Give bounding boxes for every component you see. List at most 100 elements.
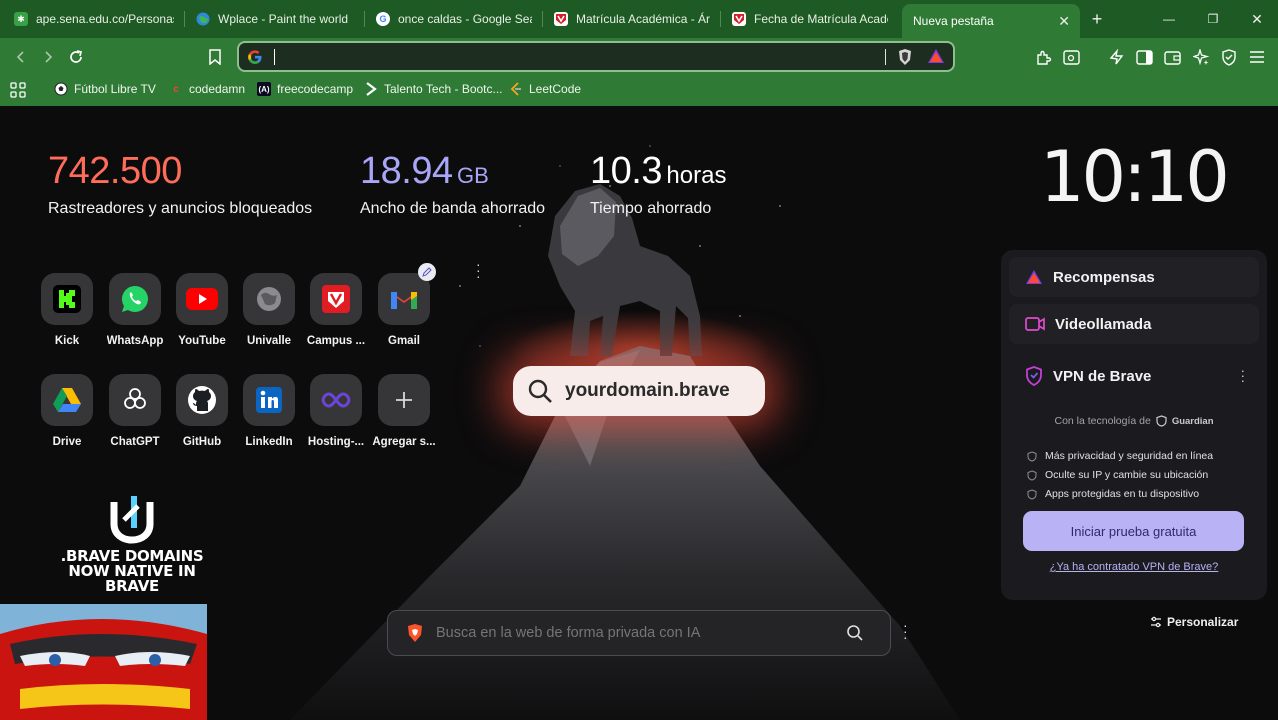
globe-icon [196,12,210,26]
video-overlay[interactable] [0,604,207,720]
back-button[interactable] [11,47,31,67]
extensions-icon[interactable] [1034,48,1052,66]
already-purchased-link[interactable]: ¿Ya ha contratado VPN de Brave? [1001,561,1267,573]
bookmark-label: freecodecamp [277,82,354,96]
rewards-widget[interactable]: Recompensas [1009,257,1259,297]
reload-button[interactable] [66,47,86,67]
sidebar-icon[interactable] [1135,48,1153,66]
tile-univalle[interactable]: Univalle [235,273,303,347]
tab-nueva-pestana[interactable]: Nueva pestaña ✕ [902,4,1080,38]
guardian-shield-icon [1156,415,1167,427]
omnibox-separator [885,49,886,65]
tile-kick[interactable]: Kick [33,273,101,347]
leetcode-icon [509,82,523,96]
search-options-icon[interactable]: · · · [903,618,908,644]
bookmark-label: LeetCode [529,82,582,96]
time-unit: horas [666,162,727,189]
sliders-icon [1151,616,1161,628]
tile-chatgpt[interactable]: ChatGPT [101,374,169,448]
bandwidth-value: 18.94 [360,150,453,192]
tile-add-site[interactable]: Agregar s... [370,374,438,448]
brave-shields-icon[interactable] [897,48,913,71]
rewards-label: Recompensas [1053,268,1155,286]
tab-wplace[interactable]: Wplace - Paint the world [186,6,364,32]
vpn-feature-item: Oculte su IP y cambie su ubicación [1027,469,1208,481]
tab-google[interactable]: G once caldas - Google Search [366,6,542,32]
minimize-button[interactable]: — [1158,8,1180,30]
tile-label: YouTube [178,335,226,347]
powered-by-label: Con la tecnología de [1054,415,1151,427]
sparkle-icon[interactable] [1192,48,1210,66]
bookmark-talento-tech[interactable]: Talento Tech - Bootc... [364,82,503,96]
brave-domains-promo[interactable]: .BRAVE DOMAINS NOW NATIVE IN BRAVE [52,494,212,594]
maximize-button[interactable]: ❐ [1202,8,1224,30]
forward-button[interactable] [38,47,58,67]
tile-label: Campus ... [306,335,366,347]
bookmark-futbol-libre[interactable]: Fútbol Libre TV [54,82,156,96]
tab-sena[interactable]: ✱ ape.sena.edu.co/Personas/T [4,6,184,32]
bookmark-codedamn[interactable]: c codedamn [169,82,245,96]
vpn-feature-item: Apps protegidas en tu dispositivo [1027,488,1199,500]
chatgpt-icon [109,374,161,426]
vpn-shield-icon [1026,366,1042,386]
leo-ai-icon[interactable] [1107,48,1125,66]
tab-title: Nueva pestaña [913,14,994,28]
tile-gmail[interactable]: Gmail [370,263,438,347]
vpn-shield-icon[interactable] [1220,48,1238,66]
bookmark-label: Fútbol Libre TV [74,82,156,96]
tile-label: GitHub [182,436,222,448]
vpn-options-icon[interactable]: · · · [1241,364,1245,387]
bookmark-button[interactable] [205,47,225,67]
brave-domains-logo [110,496,154,544]
freecodecamp-icon: (A) [257,82,271,96]
time-label: Tiempo ahorrado [590,200,712,217]
guardian-label: Guardian [1171,415,1214,427]
start-trial-button[interactable]: Iniciar prueba gratuita [1023,511,1244,551]
apps-button[interactable] [10,82,26,98]
tile-campus[interactable]: Campus ... [302,273,370,347]
reader-mode-icon[interactable] [1062,48,1080,66]
univalle-icon [732,12,746,26]
customize-button[interactable]: Personalizar [1150,615,1238,629]
private-search-box[interactable] [387,610,891,656]
promo-text: .BRAVE DOMAINS NOW NATIVE IN BRAVE [60,547,204,595]
tab-fecha-matricula[interactable]: Fecha de Matrícula Académica [722,6,898,32]
menu-icon[interactable] [1248,48,1266,66]
bookmark-freecodecamp[interactable]: (A) freecodecamp [257,82,353,96]
soccer-icon [54,82,68,96]
address-bar[interactable] [237,41,955,72]
browser-window: ✱ ape.sena.edu.co/Personas/T Wplace - Pa… [0,0,1278,720]
google-icon: G [376,12,390,26]
bookmark-leetcode[interactable]: LeetCode [509,82,581,96]
arrow-right-icon [45,51,53,63]
google-icon [247,49,263,65]
plus-icon [378,374,430,426]
bookmark-label: codedamn [189,82,246,96]
tile-drive[interactable]: Drive [33,374,101,448]
address-input[interactable] [275,47,875,67]
brave-domain-pill[interactable]: yourdomain.brave [513,366,765,416]
customize-label: Personalizar [1167,615,1239,629]
top-sites-menu-icon[interactable]: · · · [476,257,481,283]
bandwidth-label: Ancho de banda ahorrado [360,200,546,217]
wallet-icon[interactable] [1163,48,1181,66]
tile-github[interactable]: GitHub [168,374,236,448]
tab-matricula[interactable]: Matrícula Académica - Área [544,6,720,32]
brave-rewards-icon[interactable] [927,48,945,70]
new-tab-button[interactable]: + [1086,8,1108,30]
vpn-feature-label: Más privacidad y seguridad en línea [1045,450,1214,462]
univalle-icon [554,12,568,26]
vpn-title-label: VPN de Brave [1053,367,1152,385]
close-tab-icon[interactable]: ✕ [1058,13,1070,30]
tile-hosting[interactable]: Hosting-... [302,374,370,448]
search-input[interactable] [436,625,826,641]
tile-whatsapp[interactable]: WhatsApp [101,273,169,347]
vpn-feature-label: Apps protegidas en tu dispositivo [1045,488,1200,500]
shield-check-icon [1027,488,1037,500]
edit-pencil-icon[interactable] [418,263,436,281]
tile-linkedin[interactable]: LinkedIn [235,374,303,448]
close-window-button[interactable]: ✕ [1246,8,1268,30]
tile-youtube[interactable]: YouTube [168,273,236,347]
video-camera-icon [1025,317,1045,331]
videocall-widget[interactable]: Videollamada [1009,304,1259,344]
